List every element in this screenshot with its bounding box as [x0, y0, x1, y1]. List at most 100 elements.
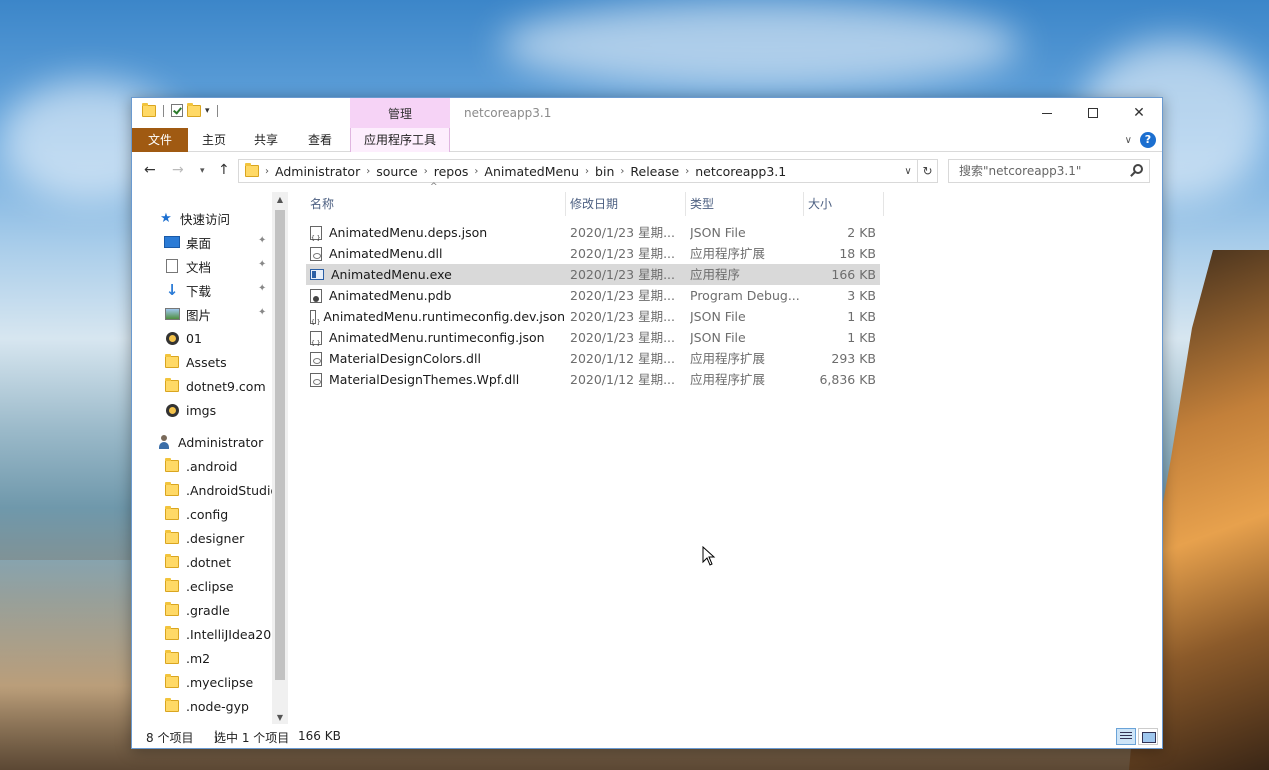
new-folder-icon[interactable]: [187, 102, 201, 117]
search-input[interactable]: 搜索"netcoreapp3.1": [948, 159, 1150, 183]
sidebar-item-config[interactable]: .config: [164, 502, 228, 526]
item-count: 8 个项目: [146, 731, 194, 745]
minimize-icon: [1042, 112, 1052, 114]
file-name: AnimatedMenu.deps.json: [310, 222, 565, 243]
up-arrow-icon[interactable]: ↑: [218, 162, 230, 178]
table-row[interactable]: MaterialDesignColors.dll 2020/1/12 星期... 应…: [306, 348, 880, 369]
sidebar-item-android[interactable]: .android: [164, 454, 237, 478]
customize-toolbar-icon[interactable]: ▾: [205, 106, 210, 116]
pdb-file-icon: [310, 288, 322, 303]
tab-file[interactable]: 文件: [132, 128, 188, 152]
file-type: Program Debug...: [690, 288, 800, 303]
file-name: AnimatedMenu.pdb: [310, 285, 565, 306]
breadcrumb-release[interactable]: Release: [624, 164, 685, 179]
manage-context-tab[interactable]: 管理: [350, 98, 450, 130]
pin-icon: ✦: [258, 235, 267, 246]
forward-arrow-icon[interactable]: →: [172, 162, 184, 178]
large-icons-view-icon[interactable]: [1138, 728, 1158, 745]
sidebar-item-intellijidea[interactable]: .IntelliJIdea201: [164, 622, 279, 646]
breadcrumb-bin[interactable]: bin: [589, 164, 620, 179]
file-type: 应用程序扩展: [690, 351, 766, 366]
folder-icon: [165, 698, 179, 712]
sidebar-item-dotnet[interactable]: .dotnet: [164, 550, 231, 574]
file-size: 293 KB: [831, 351, 876, 366]
back-arrow-icon[interactable]: ←: [144, 162, 156, 178]
separator: [163, 104, 164, 117]
mouse-cursor-icon: [702, 546, 716, 566]
table-row[interactable]: AnimatedMenu.runtimeconfig.json 2020/1/23…: [306, 327, 880, 348]
folder-icon: [165, 458, 179, 472]
breadcrumb-netcoreapp[interactable]: netcoreapp3.1: [689, 164, 792, 179]
tab-application-tools[interactable]: 应用程序工具: [350, 128, 450, 152]
sidebar-item-dotnet9[interactable]: dotnet9.com: [164, 374, 266, 398]
table-row[interactable]: AnimatedMenu.deps.json 2020/1/23 星期... JSO…: [306, 222, 880, 243]
file-type: JSON File: [690, 225, 746, 240]
scrollbar-thumb[interactable]: [275, 210, 285, 680]
file-name: AnimatedMenu.runtimeconfig.json: [310, 327, 565, 348]
sidebar-item-label: .AndroidStudio: [186, 482, 279, 498]
properties-icon[interactable]: [171, 104, 183, 117]
table-row[interactable]: MaterialDesignThemes.Wpf.dll 2020/1/12 星期…: [306, 369, 880, 390]
table-row[interactable]: AnimatedMenu.runtimeconfig.dev.json 2020/…: [306, 306, 880, 327]
tab-home[interactable]: 主页: [192, 128, 236, 152]
sidebar-item-gradle[interactable]: .gradle: [164, 598, 230, 622]
breadcrumb-animatedmenu[interactable]: AnimatedMenu: [478, 164, 585, 179]
column-header-type[interactable]: 类型: [686, 192, 804, 216]
sidebar-item-imgs[interactable]: imgs: [164, 398, 216, 422]
sidebar-item-designer[interactable]: .designer: [164, 526, 244, 550]
folder-icon: [165, 530, 179, 544]
column-header-date[interactable]: 修改日期: [566, 192, 686, 216]
dll-file-icon: [310, 372, 322, 387]
address-bar[interactable]: › Administrator › source › repos › Anima…: [238, 159, 938, 183]
sidebar-item-label: Administrator: [178, 434, 264, 450]
sidebar-item-administrator[interactable]: Administrator: [156, 430, 263, 454]
sidebar-item-downloads[interactable]: ↓ 下载: [164, 278, 211, 302]
sidebar-item-label: .dotnet: [186, 554, 231, 570]
file-name-text: AnimatedMenu.runtimeconfig.dev.json: [323, 309, 565, 324]
sidebar-item-label: .myeclipse: [186, 674, 254, 690]
search-icon: [1133, 164, 1143, 174]
pictures-icon: [164, 308, 180, 320]
tab-view[interactable]: 查看: [298, 128, 342, 152]
recent-locations-icon[interactable]: ▾: [200, 166, 205, 176]
chevron-down-icon[interactable]: ∨: [899, 166, 917, 177]
sidebar-item-pictures[interactable]: 图片: [164, 302, 211, 326]
navigation-pane: ★ 快速访问 桌面 ✦ 文档 ✦ ↓ 下载 ✦ 图片 ✦ 01 Assets d…: [132, 186, 288, 726]
status-bar: 8 个项目 | 选中 1 个项目 166 KB: [132, 724, 1162, 748]
sidebar-item-label: imgs: [186, 402, 217, 418]
table-row[interactable]: AnimatedMenu.exe 2020/1/23 星期... 应用程序 166 K…: [306, 264, 880, 285]
minimize-button[interactable]: [1024, 98, 1070, 128]
breadcrumb-source[interactable]: source: [370, 164, 424, 179]
column-header-size[interactable]: 大小: [804, 192, 884, 216]
table-row[interactable]: AnimatedMenu.pdb 2020/1/23 星期... Program D…: [306, 285, 880, 306]
sidebar-item-eclipse[interactable]: .eclipse: [164, 574, 234, 598]
close-button[interactable]: ✕: [1116, 98, 1162, 128]
cloud: [500, 0, 1020, 90]
sidebar-item-androidstudio[interactable]: .AndroidStudio: [164, 478, 278, 502]
sidebar-item-01[interactable]: 01: [164, 326, 202, 350]
sidebar-item-documents[interactable]: 文档: [164, 254, 211, 278]
sidebar-item-assets[interactable]: Assets: [164, 350, 227, 374]
tab-share[interactable]: 共享: [244, 128, 288, 152]
download-icon: ↓: [165, 281, 179, 299]
breadcrumb-repos[interactable]: repos: [428, 164, 475, 179]
sidebar-item-myeclipse[interactable]: .myeclipse: [164, 670, 253, 694]
maximize-button[interactable]: [1070, 98, 1116, 128]
help-icon[interactable]: ?: [1140, 132, 1156, 148]
scroll-up-icon[interactable]: ▲: [272, 192, 288, 208]
sidebar-item-node-gyp[interactable]: .node-gyp: [164, 694, 249, 718]
folder-badge-icon: [165, 403, 179, 417]
column-header-name[interactable]: 名称: [306, 192, 566, 216]
sidebar-item-quick-access[interactable]: ★ 快速访问: [158, 206, 230, 230]
breadcrumb-administrator[interactable]: Administrator: [269, 164, 366, 179]
sidebar-item-desktop[interactable]: 桌面: [164, 230, 211, 254]
file-name: MaterialDesignColors.dll: [310, 348, 565, 369]
table-row[interactable]: AnimatedMenu.dll 2020/1/23 星期... 应用程序扩展 18 …: [306, 243, 880, 264]
refresh-icon[interactable]: ↻: [917, 160, 937, 182]
details-view-icon[interactable]: [1116, 728, 1136, 745]
sidebar-scrollbar[interactable]: ▲ ▼: [272, 192, 288, 726]
sidebar-item-m2[interactable]: .m2: [164, 646, 210, 670]
expand-ribbon-icon[interactable]: ∨: [1125, 135, 1132, 146]
sidebar-item-label: .m2: [186, 650, 211, 666]
sidebar-item-label: .eclipse: [186, 578, 234, 594]
